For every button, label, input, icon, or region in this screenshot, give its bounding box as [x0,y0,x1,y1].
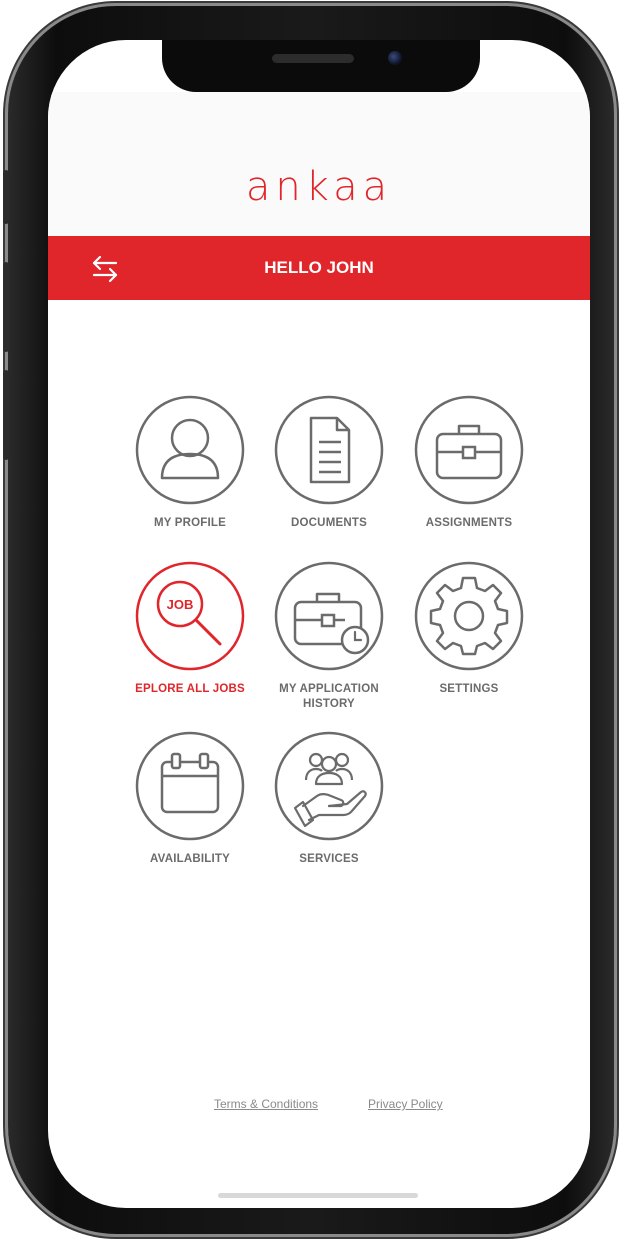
menu-tile-settings[interactable]: SETTINGS [394,560,544,697]
menu-tile-documents[interactable]: DOCUMENTS [254,394,404,531]
menu-tile-explore-jobs[interactable]: JOB EPLORE ALL JOBS [115,560,265,697]
gear-icon [414,561,524,671]
menu-tile-availability[interactable]: AVAILABILITY [115,730,265,867]
menu-label: EPLORE ALL JOBS [135,683,245,695]
menu-label: SETTINGS [439,683,499,695]
app-logo: ankaa [245,164,393,210]
volume-down-button [3,370,9,460]
menu-label: ASSIGNMENTS [425,517,513,529]
terms-link[interactable]: Terms & Conditions [214,1097,318,1111]
document-icon [274,395,384,505]
menu-tile-application-history[interactable]: MY APPLICATION HISTORY [254,560,404,712]
job-search-icon: JOB [135,561,245,671]
menu-label: MY PROFILE [153,517,227,529]
job-icon-text: JOB [167,597,194,612]
front-camera [388,51,402,65]
mute-switch [3,170,9,224]
calendar-icon [135,731,245,841]
phone-screen: ankaa HELLO JOHN MY PROFILE DOCUMENTS AS… [48,40,590,1208]
menu-label: SERVICES [299,853,359,865]
menu-label: DOCUMENTS [291,517,367,529]
speaker-grille [272,54,354,63]
menu-label: AVAILABILITY [150,853,230,865]
briefcase-history-icon [274,561,384,671]
phone-frame: ankaa HELLO JOHN MY PROFILE DOCUMENTS AS… [8,6,614,1234]
volume-up-button [3,262,9,352]
user-icon [135,395,245,505]
briefcase-icon [414,395,524,505]
privacy-link[interactable]: Privacy Policy [368,1097,443,1111]
menu-label: MY APPLICATION HISTORY [279,683,379,710]
app-bar: HELLO JOHN [48,236,590,300]
home-indicator[interactable] [218,1193,418,1198]
greeting-title: HELLO JOHN [264,258,374,277]
menu-tile-assignments[interactable]: ASSIGNMENTS [394,394,544,531]
menu-tile-my-profile[interactable]: MY PROFILE [115,394,265,531]
menu-tile-services[interactable]: SERVICES [254,730,404,867]
people-hand-icon [274,731,384,841]
phone-notch [162,40,480,92]
